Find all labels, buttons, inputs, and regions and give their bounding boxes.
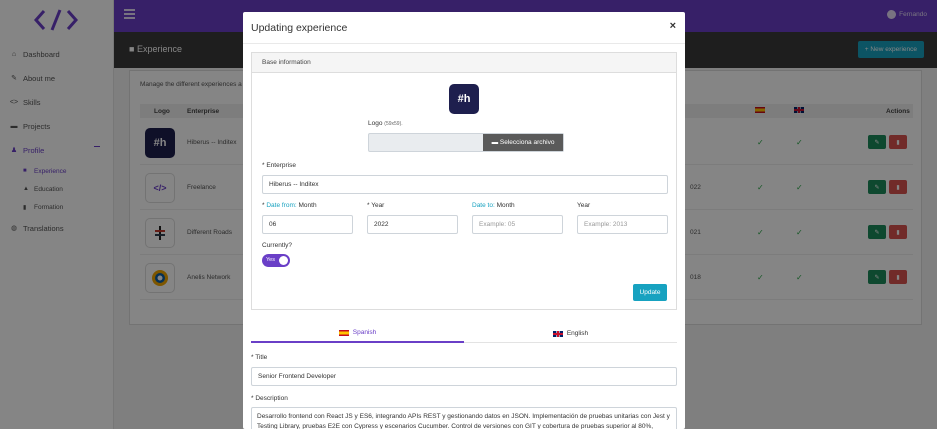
tab-spanish[interactable]: Spanish — [251, 324, 464, 343]
title-label: * Title — [251, 354, 268, 361]
date-to-label: Date to: Month — [472, 202, 515, 209]
logo-preview: #h — [449, 84, 479, 114]
close-icon[interactable]: × — [670, 20, 676, 32]
tab-label: English — [566, 330, 589, 337]
folder-icon: ▬ — [491, 139, 500, 146]
currently-toggle[interactable]: Yes — [262, 254, 290, 267]
currently-label: Currently? — [262, 242, 292, 249]
modal-header: Updating experience × — [243, 12, 685, 44]
toggle-knob — [279, 256, 288, 265]
logo-file-input[interactable]: ▬ Selecciona archivo — [368, 133, 564, 152]
description-textarea[interactable]: Desarrollo frontend con React JS y ES6, … — [251, 407, 677, 429]
language-tabs: Spanish English — [251, 324, 677, 343]
year-from-label: * Year — [367, 202, 385, 209]
logo-label: Logo (59x59). — [368, 120, 403, 127]
date-to-month-input[interactable]: Example: 05 — [472, 215, 563, 234]
date-from-month-input[interactable]: 06 — [262, 215, 353, 234]
enterprise-input[interactable]: Hiberus -- Inditex — [262, 175, 668, 194]
tab-english[interactable]: English — [464, 324, 677, 343]
update-experience-modal: Updating experience × Base information #… — [243, 12, 685, 429]
base-information-header: Base information — [252, 53, 676, 73]
select-file-button[interactable]: ▬ Selecciona archivo — [483, 134, 563, 151]
uk-flag-icon — [552, 330, 563, 337]
year-to-label: Year — [577, 202, 591, 209]
enterprise-label: * Enterprise — [262, 162, 296, 169]
date-to-year-input[interactable]: Example: 2013 — [577, 215, 668, 234]
base-information-card: Base information #h Logo (59x59). ▬ Sele… — [251, 52, 677, 310]
modal-title: Updating experience — [251, 22, 348, 34]
toggle-label: Yes — [266, 257, 275, 263]
date-from-label: * Date from: Month — [262, 202, 317, 209]
tab-label: Spanish — [352, 329, 377, 336]
description-label: * Description — [251, 395, 288, 402]
logo-size-hint: (59x59). — [384, 121, 403, 127]
title-input[interactable]: Senior Frontend Developer — [251, 367, 677, 386]
update-button[interactable]: Update — [633, 284, 667, 301]
date-from-year-input[interactable]: 2022 — [367, 215, 458, 234]
spanish-flag-icon — [338, 329, 349, 336]
